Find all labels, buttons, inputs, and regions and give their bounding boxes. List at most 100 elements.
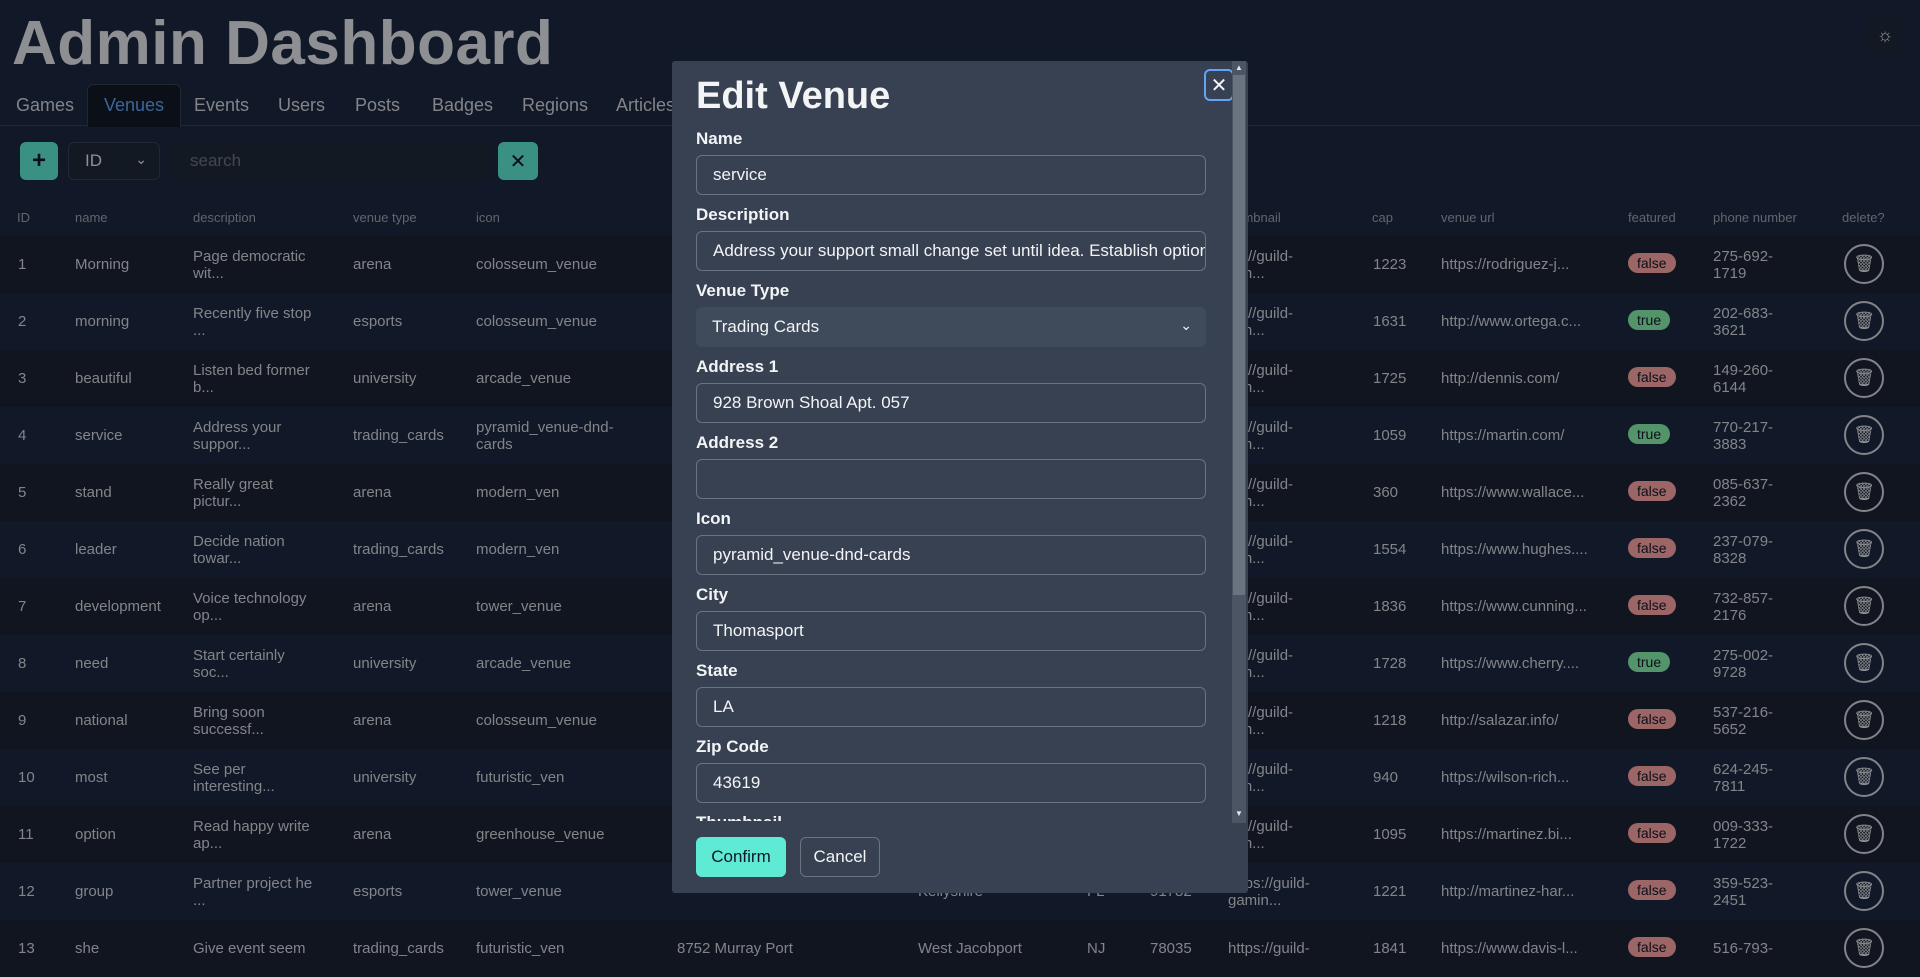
phone-cell-line: 275-692-	[1713, 248, 1774, 265]
city-field[interactable]: Thomasport	[696, 611, 1206, 651]
name-cell: leader	[75, 541, 117, 558]
phone-cell-line: 516-793-	[1713, 940, 1774, 957]
delete-icon[interactable]: 🗑	[1844, 928, 1884, 968]
featured-badge: false	[1628, 766, 1676, 786]
id-cell: 3	[18, 370, 26, 387]
venue-type-cell: arena	[353, 598, 391, 615]
address1-field[interactable]: 928 Brown Shoal Apt. 057	[696, 383, 1206, 423]
column-header[interactable]: venue url	[1441, 210, 1494, 225]
column-header[interactable]: icon	[476, 210, 500, 225]
tab-regions[interactable]: Regions	[506, 84, 604, 126]
id-cell: 1	[18, 256, 26, 273]
venue-url-cell: https://www.cherry....	[1441, 655, 1579, 672]
name-cell: need	[75, 655, 108, 672]
name-cell: most	[75, 769, 108, 786]
venue-type-cell: arena	[353, 484, 391, 501]
column-header[interactable]: delete?	[1842, 210, 1885, 225]
delete-icon[interactable]: 🗑	[1844, 586, 1884, 626]
confirm-button[interactable]: Confirm	[696, 837, 786, 877]
name-cell-line: need	[75, 655, 109, 672]
icon-cell: modern_ven	[476, 541, 559, 558]
name-cell-line: Morning	[75, 256, 130, 273]
delete-icon[interactable]: 🗑	[1844, 529, 1884, 569]
phone-cell-line: 7811	[1713, 778, 1746, 795]
id-cell: 4	[18, 427, 26, 444]
delete-icon[interactable]: 🗑	[1844, 472, 1884, 512]
column-header[interactable]: phone number	[1713, 210, 1797, 225]
add-venue-button[interactable]: +	[20, 142, 58, 180]
description-field[interactable]: Address your support small change set un…	[696, 231, 1206, 271]
phone-cell: 516-793-	[1713, 940, 1773, 957]
icon-cell: colosseum_venue	[476, 313, 597, 330]
tab-events[interactable]: Events	[178, 84, 265, 126]
delete-icon[interactable]: 🗑	[1844, 814, 1884, 854]
sort-field-select[interactable]: ID ⌄	[68, 142, 160, 180]
id-cell-line: 11	[18, 826, 34, 843]
scroll-down-arrow-icon[interactable]: ▼	[1233, 808, 1245, 820]
scroll-up-arrow-icon[interactable]: ▲	[1233, 62, 1245, 74]
name-field[interactable]: service	[696, 155, 1206, 195]
id-cell-line: 8	[18, 655, 27, 672]
state-field[interactable]: LA	[696, 687, 1206, 727]
tab-posts[interactable]: Posts	[339, 84, 416, 126]
delete-icon[interactable]: 🗑	[1844, 415, 1884, 455]
delete-icon[interactable]: 🗑	[1844, 643, 1884, 683]
icon-cell-line: colosseum_venue	[476, 256, 597, 273]
venue-url-cell-line: http://martinez-har...	[1441, 883, 1575, 900]
state-label: State	[696, 661, 738, 680]
delete-icon[interactable]: 🗑	[1844, 358, 1884, 398]
phone-cell: 732-857- 2176	[1713, 590, 1773, 624]
name-cell: development	[75, 598, 161, 615]
page-title: Admin Dashboard	[12, 9, 554, 78]
column-header[interactable]: venue type	[353, 210, 417, 225]
phone-cell-line: 770-217-	[1713, 419, 1774, 436]
venue-url-cell: http://salazar.info/	[1441, 712, 1559, 729]
sun-icon[interactable]: ☼	[1868, 18, 1902, 52]
venue-type-label: Venue Type	[696, 281, 790, 300]
delete-icon[interactable]: 🗑	[1844, 244, 1884, 284]
clear-search-button[interactable]: ✕	[498, 142, 538, 180]
icon-field[interactable]: pyramid_venue-dnd-cards	[696, 535, 1206, 575]
column-header[interactable]: featured	[1628, 210, 1676, 225]
address2-field[interactable]	[696, 459, 1206, 499]
column-header[interactable]: cap	[1372, 210, 1393, 225]
phone-cell-line: 275-002-	[1713, 647, 1774, 664]
venue-type-cell-line: university	[353, 370, 417, 387]
venue-type-select[interactable]: Trading Cards ⌄	[696, 307, 1206, 347]
tab-users[interactable]: Users	[262, 84, 341, 126]
phone-cell: 149-260- 6144	[1713, 362, 1773, 396]
column-header[interactable]: ID	[17, 210, 30, 225]
capacity-cell-line: 1223	[1373, 256, 1407, 273]
cancel-button[interactable]: Cancel	[800, 837, 880, 877]
icon-cell: futuristic_ven	[476, 769, 564, 786]
delete-icon[interactable]: 🗑	[1844, 700, 1884, 740]
address1-label: Address 1	[696, 357, 779, 376]
column-header[interactable]: name	[75, 210, 108, 225]
close-icon[interactable]: ✕	[1204, 69, 1234, 101]
description-cell-line: ...	[193, 892, 206, 909]
name-label: Name	[696, 129, 743, 148]
table-row[interactable]: 13 she Give event seem trading_cards futuris…	[0, 920, 1920, 977]
tab-badges[interactable]: Badges	[416, 84, 509, 126]
capacity-cell: 1725	[1373, 370, 1406, 387]
venue-url-cell-line: https://rodriguez-j...	[1441, 256, 1570, 273]
id-cell-line: 2	[18, 313, 27, 330]
phone-cell-line: 8328	[1713, 550, 1747, 567]
search-input[interactable]	[172, 142, 492, 180]
delete-icon[interactable]: 🗑	[1844, 871, 1884, 911]
icon-cell: tower_venue	[476, 883, 562, 900]
venue-url-cell: http://www.ortega.c...	[1441, 313, 1581, 330]
name-cell: beautiful	[75, 370, 132, 387]
scrollbar-thumb[interactable]	[1233, 75, 1245, 595]
tab-games[interactable]: Games	[0, 84, 90, 126]
zip-cell-line: 78035	[1150, 940, 1192, 957]
zip-field[interactable]: 43619	[696, 763, 1206, 803]
description-cell: Partner project he...	[193, 875, 312, 909]
column-header[interactable]: description	[193, 210, 256, 225]
delete-icon[interactable]: 🗑	[1844, 757, 1884, 797]
id-cell: 6	[18, 541, 26, 558]
icon-cell: greenhouse_venue	[476, 826, 604, 843]
description-cell: Listen bed former b...	[193, 362, 310, 396]
tab-venues[interactable]: Venues	[87, 84, 182, 127]
delete-icon[interactable]: 🗑	[1844, 301, 1884, 341]
